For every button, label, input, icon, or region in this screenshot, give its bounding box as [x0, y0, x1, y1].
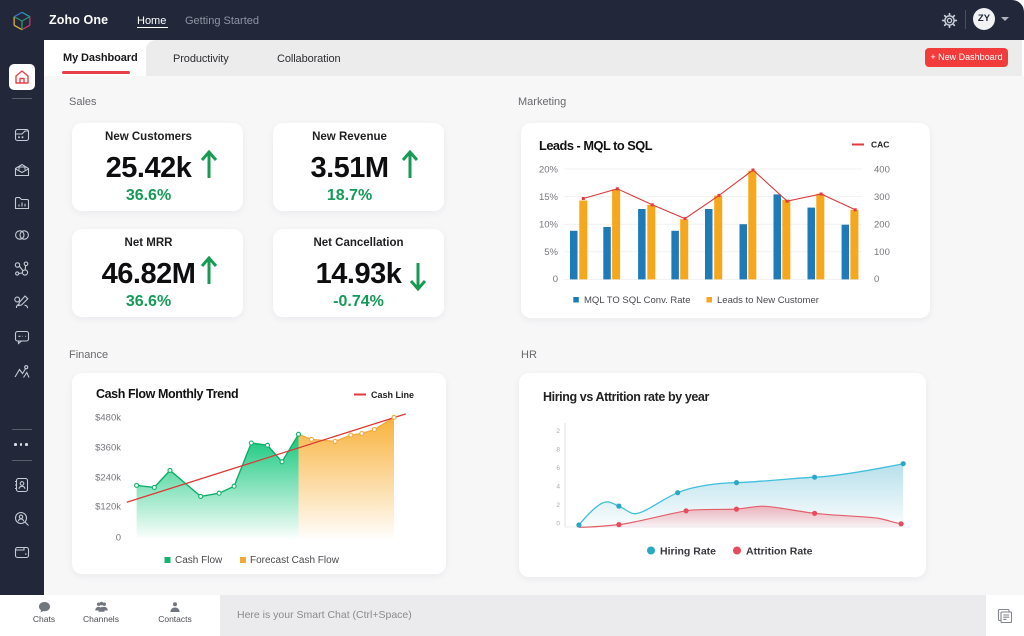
svg-text:6: 6: [556, 465, 560, 472]
svg-text:Leads to New Customer: Leads to New Customer: [717, 295, 819, 306]
svg-text:Attrition Rate: Attrition Rate: [746, 546, 813, 558]
svg-text:5%: 5%: [544, 247, 558, 258]
svg-text:0: 0: [553, 274, 558, 285]
svg-text:300: 300: [874, 192, 890, 203]
svg-text:2: 2: [556, 502, 560, 509]
svg-text:100: 100: [874, 247, 890, 258]
svg-text:4: 4: [556, 484, 560, 491]
svg-text:10%: 10%: [539, 220, 559, 231]
svg-text:$240k: $240k: [95, 473, 121, 484]
svg-text:Hiring Rate: Hiring Rate: [660, 546, 716, 558]
svg-text:Leads - MQL to SQL: Leads - MQL to SQL: [539, 138, 653, 153]
svg-text:Cash Flow: Cash Flow: [175, 555, 223, 566]
svg-text:$120k: $120k: [95, 502, 121, 513]
svg-text:0: 0: [556, 521, 560, 528]
svg-text:15%: 15%: [539, 192, 559, 203]
svg-text:$480k: $480k: [95, 413, 121, 424]
svg-text:Forecast Cash Flow: Forecast Cash Flow: [250, 555, 340, 566]
svg-text:2: 2: [556, 428, 560, 435]
svg-text:CAC: CAC: [871, 140, 889, 150]
svg-text:8: 8: [556, 447, 560, 454]
svg-text:200: 200: [874, 220, 890, 231]
svg-text:MQL TO SQL Conv. Rate: MQL TO SQL Conv. Rate: [584, 295, 690, 306]
svg-text:400: 400: [874, 165, 890, 176]
svg-text:Hiring vs Attrition rate by ye: Hiring vs Attrition rate by year: [543, 390, 709, 404]
svg-text:20%: 20%: [539, 165, 559, 176]
svg-text:0: 0: [874, 274, 879, 285]
svg-text:$360k: $360k: [95, 443, 121, 454]
svg-text:0: 0: [116, 533, 121, 544]
svg-text:Cash Line: Cash Line: [371, 390, 414, 400]
svg-text:Cash Flow Monthly Trend: Cash Flow Monthly Trend: [96, 387, 238, 401]
